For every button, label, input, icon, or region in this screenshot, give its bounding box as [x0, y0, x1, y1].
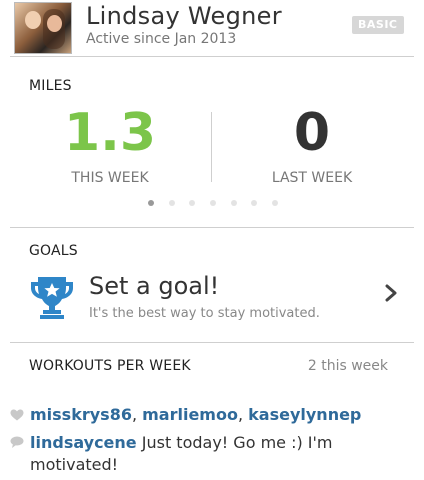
avatar[interactable] — [14, 2, 72, 54]
page-dot[interactable] — [168, 200, 175, 206]
miles-divider — [211, 112, 212, 182]
miles-last-week-label: LAST WEEK — [271, 170, 353, 186]
page-dot[interactable] — [209, 200, 216, 206]
comment-item: lindsaycene Just today! Go me :) I'm mot… — [30, 432, 390, 476]
comment-icon — [10, 436, 24, 448]
workouts-section-title: WORKOUTS PER WEEK — [29, 358, 191, 374]
goal-cta-subtitle: It's the best way to stay motivated. — [89, 306, 320, 321]
active-since: Active since Jan 2013 — [86, 31, 237, 47]
goals-section-title: GOALS — [29, 243, 78, 259]
set-goal-button[interactable]: Set a goal! It's the best way to stay mo… — [28, 272, 408, 324]
divider — [10, 227, 414, 228]
miles-this-week-value: 1.3 — [63, 103, 157, 163]
like-user-link[interactable]: marliemoo — [142, 405, 238, 424]
miles-section-title: MILES — [29, 78, 72, 94]
heart-icon — [10, 409, 24, 421]
membership-badge: BASIC — [352, 16, 404, 34]
likes-list: misskrys86, marliemoo, kaseylynnep — [30, 405, 362, 424]
like-user-link[interactable]: kaseylynnep — [248, 405, 361, 424]
like-user-link[interactable]: misskrys86 — [30, 405, 132, 424]
goal-cta-title: Set a goal! — [89, 272, 220, 300]
comment-user-link[interactable]: lindsaycene — [30, 433, 137, 452]
page-dot[interactable] — [230, 200, 237, 206]
chevron-right-icon — [385, 284, 397, 302]
profile-name: Lindsay Wegner — [86, 2, 282, 30]
page-dot[interactable] — [189, 200, 196, 206]
page-indicator[interactable] — [148, 200, 278, 208]
page-dot[interactable] — [271, 200, 278, 206]
page-dot[interactable] — [148, 200, 154, 206]
page-dot[interactable] — [251, 200, 258, 206]
divider — [10, 56, 414, 57]
miles-last-week-value: 0 — [293, 103, 331, 163]
divider — [10, 342, 414, 343]
workouts-summary: 2 this week — [307, 358, 388, 374]
miles-this-week-label: THIS WEEK — [71, 170, 149, 186]
trophy-icon — [31, 277, 73, 319]
